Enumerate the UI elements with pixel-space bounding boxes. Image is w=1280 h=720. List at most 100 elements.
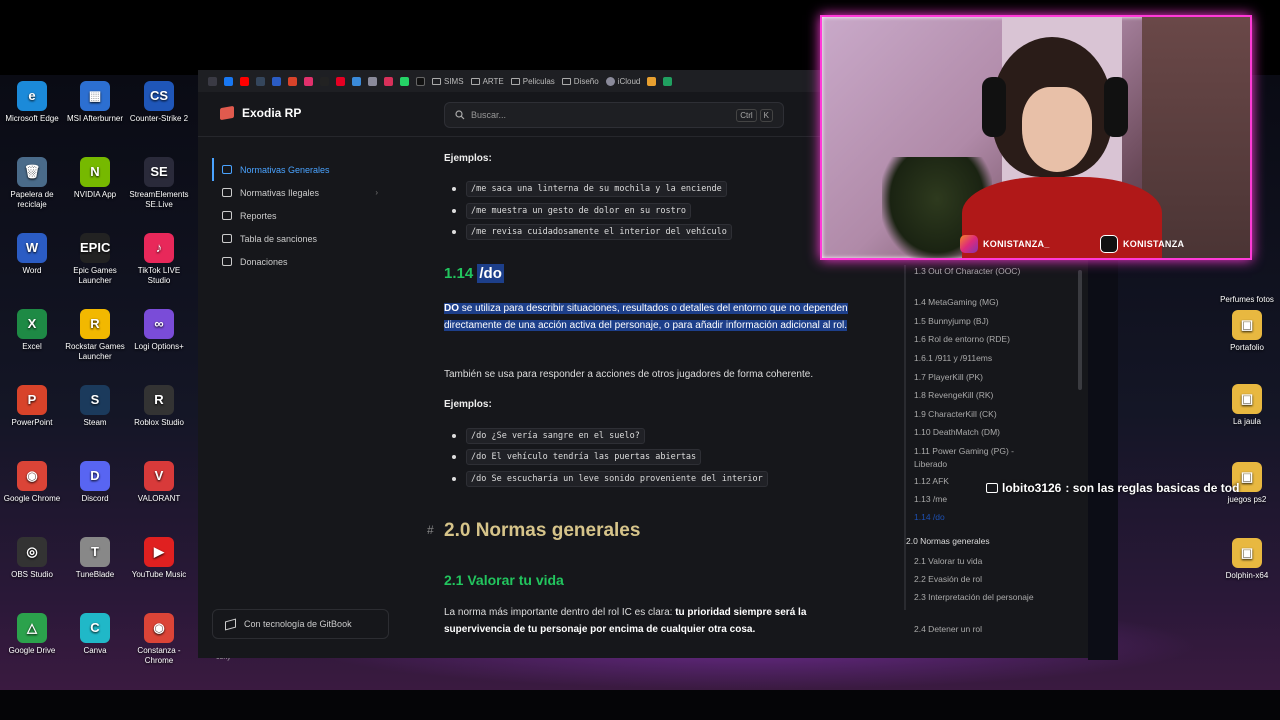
toc-item[interactable]: 2.4 Detener un rol	[914, 623, 1044, 636]
whatsapp-icon[interactable]	[400, 76, 409, 86]
folder-icon: ▣	[1232, 310, 1262, 340]
favorite-icloud[interactable]: iCloud	[605, 76, 640, 86]
desktop-icon[interactable]: ◉ Google Chrome	[0, 461, 64, 504]
instagram-handle: KONISTANZA_	[960, 235, 1050, 253]
section-2-0-heading: 2.0 Normas generales	[444, 520, 641, 541]
desktop-icon-label: VALORANT	[137, 494, 181, 503]
desktop-icon[interactable]: W Word	[0, 233, 64, 276]
toc-item[interactable]: 2.2 Evasión de rol	[914, 573, 1044, 586]
desktop-icon[interactable]: △ Google Drive	[0, 613, 64, 656]
desktop-icon[interactable]: S Steam	[63, 385, 127, 428]
gitbook-badge[interactable]: Con tecnología de GitBook	[212, 609, 389, 639]
app-icon: P	[17, 385, 47, 415]
app-icon: R	[80, 309, 110, 339]
toc-item[interactable]: 1.6 Rol de entorno (RDE)	[914, 333, 1044, 346]
desktop-icon[interactable]: ∞ Logi Options+	[127, 309, 191, 352]
section-1-14-heading: 1.14 /do	[444, 264, 504, 283]
desktop-icon[interactable]: SE StreamElements SE.Live	[127, 157, 191, 210]
sidebar-item[interactable]: Normativas Generales	[212, 158, 392, 181]
bookmark-icon[interactable]	[647, 76, 657, 86]
tiktok-icon[interactable]	[416, 76, 425, 86]
bookmark-icon[interactable]	[663, 76, 673, 86]
desktop-icon[interactable]: ◉ Constanza - Chrome	[127, 613, 191, 666]
bookmark-icon[interactable]	[368, 76, 377, 86]
desktop-icon[interactable]: e Microsoft Edge	[0, 81, 64, 124]
word-online-icon[interactable]	[272, 76, 281, 86]
toc-item[interactable]: 1.11 Power Gaming (PG) - Liberado	[914, 445, 1044, 471]
desktop-icon-label: La jaula	[1232, 417, 1262, 426]
toc-item[interactable]: 1.7 PlayerKill (PK)	[914, 371, 1044, 384]
desktop-icon[interactable]: ▣ La jaula	[1215, 384, 1279, 427]
desktop-icon-label: Roblox Studio	[134, 418, 184, 427]
youtube-icon[interactable]	[240, 76, 249, 86]
desktop-icon[interactable]: ▣ Portafolio	[1215, 310, 1279, 353]
toc-item[interactable]: 1.5 Bunnyjump (BJ)	[914, 315, 1044, 328]
desktop-icon[interactable]: EPIC Epic Games Launcher	[63, 233, 127, 286]
instagram-icon[interactable]	[304, 76, 313, 86]
search-input[interactable]: Buscar... Ctrl K	[444, 102, 784, 128]
site-logo[interactable]: Exodia RP	[220, 105, 301, 121]
toc-item[interactable]: 1.8 RevengeKill (RK)	[914, 389, 1044, 402]
folder-icon: ▣	[1232, 538, 1262, 568]
office-icon[interactable]	[288, 76, 297, 86]
desktop-icon-label: Steam	[83, 418, 107, 427]
app-icon: ◉	[144, 613, 174, 643]
favorite-folder[interactable]: SIMS	[432, 77, 464, 86]
desktop-icon[interactable]: CS Counter-Strike 2	[127, 81, 191, 124]
section-2-1-heading: 2.1 Valorar tu vida	[444, 572, 564, 588]
desktop-icon[interactable]: R Rockstar Games Launcher	[63, 309, 127, 362]
app-icon: 🗑	[17, 157, 47, 187]
desktop-icon[interactable]: Perfumes fotos	[1215, 262, 1279, 305]
sidebar-item-label: Normativas Ilegales	[240, 187, 320, 198]
favorite-folder[interactable]: ARTE	[470, 77, 504, 86]
anchor-link[interactable]: #	[427, 523, 434, 537]
sidebar-item[interactable]: Normativas Ilegales ›	[212, 181, 392, 204]
app-icon: W	[17, 233, 47, 263]
facebook-icon[interactable]	[224, 76, 233, 86]
desktop-icon[interactable]: C Canva	[63, 613, 127, 656]
pinterest-icon[interactable]	[336, 76, 345, 86]
desktop-icon[interactable]: ▶ YouTube Music	[127, 537, 191, 580]
desktop-icon[interactable]: D Discord	[63, 461, 127, 504]
app-icon: ▦	[80, 81, 110, 111]
desktop-icon[interactable]: V VALORANT	[127, 461, 191, 504]
page-icon	[222, 211, 232, 220]
desktop-icon[interactable]: T TuneBlade	[63, 537, 127, 580]
desktop-icon[interactable]: X Excel	[0, 309, 64, 352]
desktop-icon[interactable]: 🗑 Papelera de reciclaje	[0, 157, 64, 210]
toc-item[interactable]: 1.9 CharacterKill (CK)	[914, 408, 1044, 421]
toc-item[interactable]: 1.10 DeathMatch (DM)	[914, 426, 1044, 439]
favorite-folder[interactable]: Peliculas	[510, 77, 555, 86]
chevron-right-icon[interactable]: ›	[375, 188, 378, 197]
desktop-icon[interactable]: ◎ OBS Studio	[0, 537, 64, 580]
bookmark-icon[interactable]	[384, 76, 393, 86]
toc-item[interactable]: 1.6.1 /911 y /911ems	[914, 352, 1044, 365]
folder-icon	[432, 77, 441, 85]
desktop-icon[interactable]: ▣ Dolphin-x64	[1215, 538, 1279, 581]
toc-scrollbar[interactable]	[1078, 270, 1082, 390]
keyboard-shortcut: Ctrl K	[736, 109, 773, 122]
app-icon: SE	[144, 157, 174, 187]
sidebar-item[interactable]: Donaciones	[212, 250, 392, 273]
sidebar-item-label: Normativas Generales	[240, 164, 330, 175]
tumblr-icon[interactable]	[256, 76, 265, 86]
toc-item[interactable]: 1.14 /do	[914, 511, 1044, 524]
desktop-icon[interactable]: R Roblox Studio	[127, 385, 191, 428]
desktop-icon[interactable]: ▦ MSI Afterburner	[63, 81, 127, 124]
bookmark-icon[interactable]	[352, 76, 361, 86]
toc-item[interactable]: 2.1 Valorar tu vida	[914, 555, 1044, 568]
desktop-icon[interactable]: P PowerPoint	[0, 385, 64, 428]
desktop-icon[interactable]: ♪ TikTok LIVE Studio	[127, 233, 191, 286]
app-icon: ◉	[17, 461, 47, 491]
toc-item[interactable]: 2.3 Interpretación del personaje	[914, 591, 1044, 604]
desktop-icon[interactable]: N NVIDIA App	[63, 157, 127, 200]
sidebar-item[interactable]: Tabla de sanciones	[212, 227, 392, 250]
x-icon[interactable]	[320, 76, 329, 86]
apps-icon[interactable]	[208, 76, 217, 86]
toc-item[interactable]: 1.4 MetaGaming (MG)	[914, 296, 1044, 309]
toc-item[interactable]: 1.3 Out Of Character (OOC)	[914, 265, 1044, 278]
page-icon	[222, 188, 232, 197]
sidebar-item[interactable]: Reportes	[212, 204, 392, 227]
toc-item[interactable]: 2.0 Normas generales	[906, 535, 1036, 548]
favorite-folder[interactable]: Diseño	[561, 77, 599, 86]
